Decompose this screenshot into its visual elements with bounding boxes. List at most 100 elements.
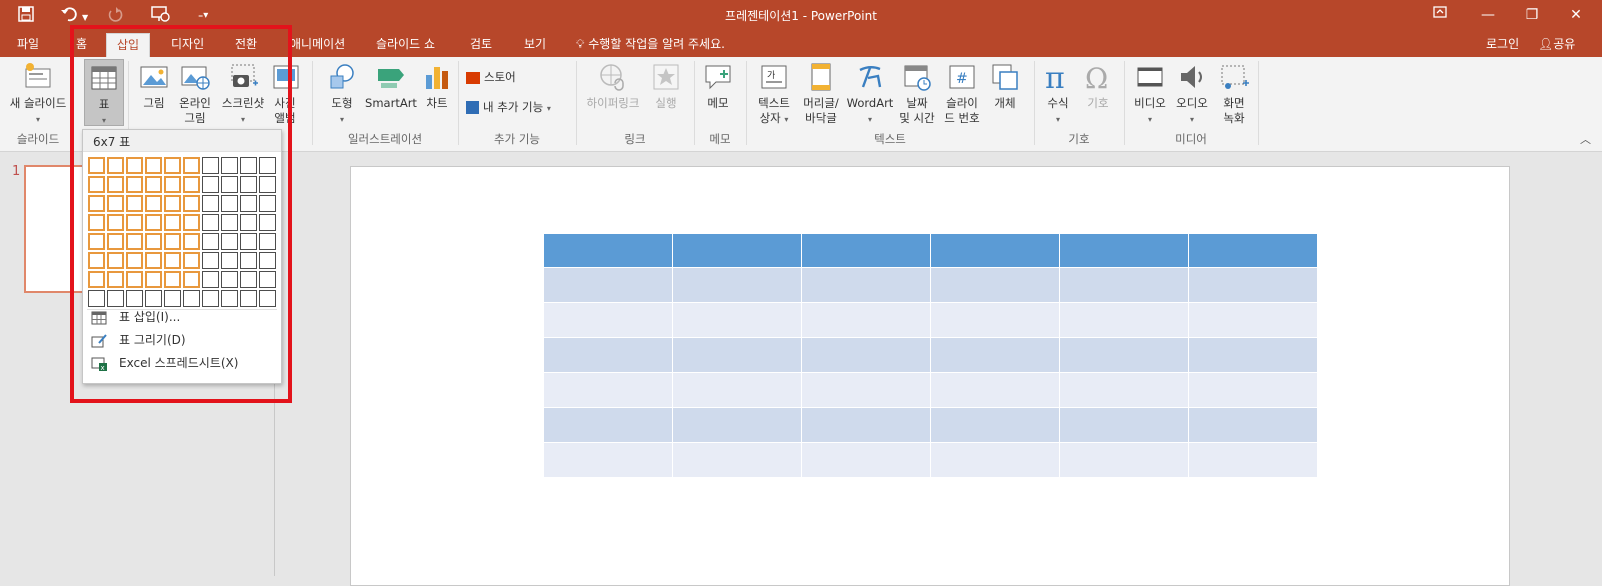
table-grid-cell[interactable] xyxy=(183,195,200,212)
object-button[interactable]: 개체 xyxy=(988,59,1022,111)
table-grid-cell[interactable] xyxy=(164,176,181,193)
slide-table[interactable] xyxy=(543,233,1318,478)
table-grid-cell[interactable] xyxy=(259,252,276,269)
table-grid-cell[interactable] xyxy=(240,195,257,212)
table-grid-cell[interactable] xyxy=(164,252,181,269)
table-grid-cell[interactable] xyxy=(107,233,124,250)
textbox-button[interactable]: 가 텍스트 상자 ▾ xyxy=(752,59,796,127)
table-cell[interactable] xyxy=(801,267,931,303)
login-link[interactable]: 로그인 xyxy=(1486,36,1519,52)
photo-album-button[interactable]: 사진 앨범 xyxy=(270,59,300,126)
table-grid-cell[interactable] xyxy=(202,233,219,250)
table-cell[interactable] xyxy=(801,442,931,478)
picture-button[interactable]: 그림 xyxy=(136,59,172,111)
equation-button[interactable]: π 수식 ▾ xyxy=(1040,59,1076,127)
table-grid-cell[interactable] xyxy=(240,233,257,250)
table-grid-cell[interactable] xyxy=(107,176,124,193)
table-grid-cell[interactable] xyxy=(126,176,143,193)
table-grid-cell[interactable] xyxy=(88,195,105,212)
table-grid-cell[interactable] xyxy=(221,252,238,269)
table-grid-cell[interactable] xyxy=(221,214,238,231)
table-cell[interactable] xyxy=(1188,302,1318,338)
table-cell[interactable] xyxy=(1188,337,1318,373)
table-cell[interactable] xyxy=(672,407,802,443)
table-grid-cell[interactable] xyxy=(88,271,105,288)
table-grid-cell[interactable] xyxy=(126,214,143,231)
table-grid-cell[interactable] xyxy=(164,290,181,307)
tab-animations[interactable]: 애니메이션 xyxy=(290,36,345,52)
table-grid-cell[interactable] xyxy=(183,176,200,193)
table-grid-cell[interactable] xyxy=(259,290,276,307)
table-grid-cell[interactable] xyxy=(202,271,219,288)
table-grid-cell[interactable] xyxy=(221,176,238,193)
table-grid-cell[interactable] xyxy=(202,195,219,212)
table-cell[interactable] xyxy=(672,302,802,338)
table-cell[interactable] xyxy=(930,233,1060,268)
my-addins-button[interactable]: 내 추가 기능 ▾ xyxy=(466,99,551,117)
share-button[interactable]: 👤︎공유 xyxy=(1538,36,1575,52)
action-button[interactable]: 실행 xyxy=(648,59,684,111)
table-grid-cell[interactable] xyxy=(164,157,181,174)
table-grid-cell[interactable] xyxy=(126,271,143,288)
table-cell[interactable] xyxy=(672,442,802,478)
table-grid-cell[interactable] xyxy=(202,214,219,231)
table-cell[interactable] xyxy=(801,302,931,338)
table-cell[interactable] xyxy=(1188,407,1318,443)
symbol-button[interactable]: Ω 기호 xyxy=(1080,59,1116,111)
table-grid-cell[interactable] xyxy=(183,252,200,269)
table-cell[interactable] xyxy=(801,372,931,408)
table-grid-cell[interactable] xyxy=(145,271,162,288)
table-cell[interactable] xyxy=(1059,267,1189,303)
tab-transitions[interactable]: 전환 xyxy=(235,36,257,52)
table-grid-cell[interactable] xyxy=(202,252,219,269)
table-grid-cell[interactable] xyxy=(240,214,257,231)
smartart-button[interactable]: SmartArt xyxy=(364,59,418,111)
table-cell[interactable] xyxy=(1188,233,1318,268)
table-button[interactable]: 표 ▾ xyxy=(84,59,124,126)
table-cell[interactable] xyxy=(672,337,802,373)
table-cell[interactable] xyxy=(930,267,1060,303)
video-button[interactable]: 비디오 ▾ xyxy=(1130,59,1170,127)
chart-button[interactable]: 차트 xyxy=(420,59,454,111)
comment-button[interactable]: 메모 xyxy=(700,59,736,111)
table-grid-cell[interactable] xyxy=(259,233,276,250)
store-button[interactable]: 스토어 xyxy=(466,69,516,85)
slide-number-button[interactable]: # 슬라이 드 번호 xyxy=(940,59,984,126)
table-cell[interactable] xyxy=(672,233,802,268)
table-grid-cell[interactable] xyxy=(107,195,124,212)
table-grid-cell[interactable] xyxy=(183,233,200,250)
table-grid-cell[interactable] xyxy=(240,157,257,174)
table-grid-cell[interactable] xyxy=(88,157,105,174)
table-grid-cell[interactable] xyxy=(164,233,181,250)
tab-design[interactable]: 디자인 xyxy=(171,36,204,52)
table-grid-cell[interactable] xyxy=(259,214,276,231)
table-cell[interactable] xyxy=(930,302,1060,338)
table-grid-cell[interactable] xyxy=(202,157,219,174)
tab-insert[interactable]: 삽입 xyxy=(106,33,151,57)
table-cell[interactable] xyxy=(1188,372,1318,408)
table-cell[interactable] xyxy=(1059,372,1189,408)
table-grid-cell[interactable] xyxy=(107,271,124,288)
table-cell[interactable] xyxy=(1188,267,1318,303)
table-grid-cell[interactable] xyxy=(259,157,276,174)
table-cell[interactable] xyxy=(1059,407,1189,443)
table-grid-cell[interactable] xyxy=(221,290,238,307)
table-grid-cell[interactable] xyxy=(88,233,105,250)
wordart-button[interactable]: WordArt ▾ xyxy=(845,59,895,127)
table-grid-cell[interactable] xyxy=(88,252,105,269)
minimize-icon[interactable]: — xyxy=(1478,5,1498,25)
tell-me-box[interactable]: 💡︎ 수행할 작업을 알려 주세요. xyxy=(576,36,725,52)
screen-recording-button[interactable]: 화면 녹화 xyxy=(1214,59,1254,126)
tab-view[interactable]: 보기 xyxy=(524,36,546,52)
header-footer-button[interactable]: 머리글/바닥글 xyxy=(798,59,844,126)
table-cell[interactable] xyxy=(801,337,931,373)
table-grid-cell[interactable] xyxy=(145,233,162,250)
table-grid-cell[interactable] xyxy=(145,252,162,269)
table-cell[interactable] xyxy=(543,302,673,338)
table-cell[interactable] xyxy=(930,337,1060,373)
table-grid-cell[interactable] xyxy=(88,290,105,307)
table-grid-cell[interactable] xyxy=(145,195,162,212)
collapse-ribbon-icon[interactable]: ︿ xyxy=(1580,131,1591,147)
table-grid-cell[interactable] xyxy=(107,290,124,307)
table-cell[interactable] xyxy=(1059,442,1189,478)
